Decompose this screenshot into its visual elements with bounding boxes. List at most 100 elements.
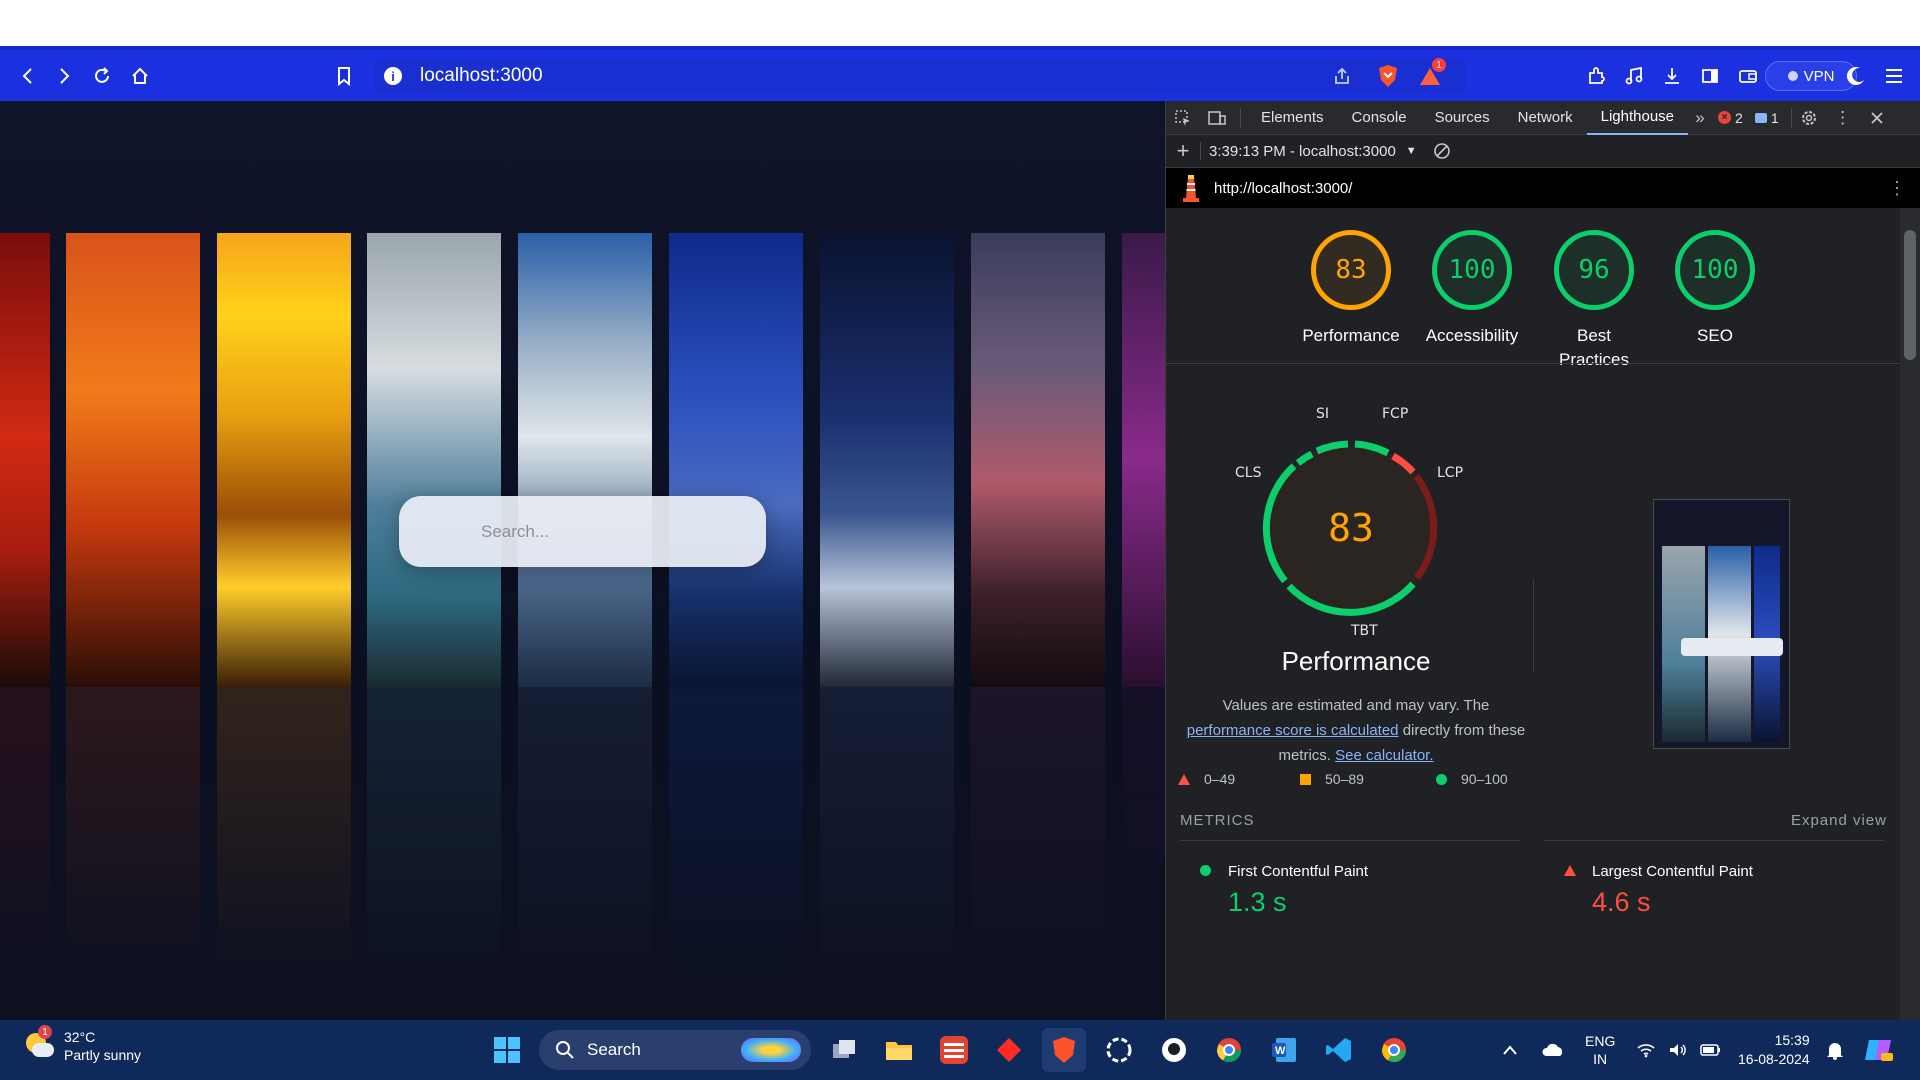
windows-taskbar: 1 32°C Partly sunny Search W ENG IN 15:3… [0, 1020, 1920, 1080]
report-scrollbar[interactable] [1900, 208, 1920, 1020]
clock[interactable]: 15:39 16-08-2024 [1738, 1020, 1810, 1080]
app-red-diamond-icon[interactable] [987, 1028, 1031, 1072]
error-counter[interactable]: × 2 [1718, 110, 1743, 126]
volume-icon [1670, 1044, 1686, 1056]
label-lcp[interactable]: LCP [1437, 465, 1463, 481]
add-report-icon[interactable]: + [1166, 134, 1200, 168]
chrome-canary-icon[interactable] [1372, 1028, 1416, 1072]
sidebar-icon[interactable] [1692, 50, 1728, 101]
chrome-icon[interactable] [1207, 1028, 1251, 1072]
address-bar[interactable]: i localhost:3000 [374, 58, 1466, 94]
task-view-icon[interactable] [822, 1028, 866, 1072]
search-placeholder: Search... [481, 521, 550, 541]
label-fcp[interactable]: FCP [1382, 406, 1408, 422]
label-tbt[interactable]: TBT [1351, 623, 1378, 639]
partly-sunny-icon: 1 [24, 1025, 54, 1061]
clear-reports-icon[interactable] [1425, 134, 1459, 168]
tab-elements[interactable]: Elements [1247, 101, 1338, 135]
show-hidden-icons[interactable] [1502, 1020, 1518, 1080]
copilot-icon[interactable] [1863, 1020, 1895, 1080]
kebab-menu-icon[interactable]: ⋮ [1826, 101, 1860, 135]
message-counter[interactable]: 1 [1754, 109, 1779, 126]
image-strip-orange [66, 233, 200, 987]
word-icon[interactable]: W [1262, 1028, 1306, 1072]
gauge-best-practices[interactable]: 96 Best Practices [1544, 230, 1644, 372]
vertical-divider [1533, 578, 1534, 673]
gauge-seo[interactable]: 100 SEO [1665, 230, 1765, 348]
forward-icon[interactable] [46, 50, 82, 101]
scrollbar-thumb[interactable] [1904, 230, 1916, 360]
performance-metric-gauge: 83 SI FCP LCP CLS TBT [1221, 406, 1481, 646]
lighthouse-toolbar: + 3:39:13 PM - localhost:3000 ▼ [1166, 135, 1920, 168]
home-icon[interactable] [122, 50, 158, 101]
report-url[interactable]: http://localhost:3000/ [1214, 180, 1352, 197]
brave-shields-icon[interactable] [1370, 50, 1406, 101]
error-icon: × [1718, 111, 1732, 124]
gauge-accessibility[interactable]: 100 Accessibility [1422, 230, 1522, 348]
site-info-icon[interactable]: i [384, 67, 402, 85]
perf-text-1: Values are estimated and may vary. The [1222, 697, 1490, 714]
toolbar-divider [1200, 142, 1201, 160]
notification-badge: 1 [1432, 58, 1446, 72]
wallet-icon[interactable] [1730, 50, 1766, 101]
expand-view-toggle[interactable]: Expand view [1791, 812, 1887, 829]
vscode-icon[interactable] [1317, 1028, 1361, 1072]
system-status[interactable] [1636, 1020, 1722, 1080]
close-icon[interactable] [1860, 101, 1894, 135]
todoist-icon[interactable] [932, 1028, 976, 1072]
start-icon[interactable] [485, 1028, 529, 1072]
tab-lighthouse[interactable]: Lighthouse [1586, 101, 1689, 135]
weather-widget[interactable]: 1 32°C Partly sunny [24, 1025, 141, 1064]
tab-network[interactable]: Network [1504, 101, 1587, 135]
see-calculator-link[interactable]: See calculator. [1335, 747, 1433, 764]
file-explorer-icon[interactable] [877, 1028, 921, 1072]
image-strip-sea [367, 233, 501, 987]
reload-icon[interactable] [84, 50, 120, 101]
search-input[interactable]: Search... [399, 496, 766, 567]
menu-icon[interactable] [1876, 50, 1912, 101]
label-cls[interactable]: CLS [1235, 465, 1261, 481]
brave-taskbar-icon[interactable] [1042, 1028, 1086, 1072]
final-screenshot-thumbnail[interactable] [1653, 499, 1790, 749]
error-count: 2 [1735, 109, 1743, 126]
share-icon[interactable] [1324, 50, 1360, 101]
gauge-performance[interactable]: 83 Performance [1301, 230, 1401, 348]
report-selector[interactable]: 3:39:13 PM - localhost:3000 ▼ [1209, 143, 1417, 160]
svg-text:W: W [1275, 1045, 1286, 1057]
notifications-icon[interactable] [1826, 1020, 1844, 1080]
bookmark-icon[interactable] [326, 50, 362, 101]
inspect-element-icon[interactable] [1166, 101, 1200, 135]
message-count: 1 [1770, 109, 1779, 126]
report-menu-icon[interactable]: ⋮ [1888, 178, 1906, 199]
more-tabs-icon[interactable]: » [1688, 101, 1712, 135]
taskbar-search[interactable]: Search [539, 1030, 811, 1070]
settings-gear-icon[interactable] [1792, 101, 1826, 135]
legend-green: 90–100 [1436, 771, 1508, 787]
extensions-icon[interactable] [1578, 50, 1614, 101]
brave-rewards-icon[interactable]: 1 [1412, 50, 1448, 101]
image-strip-blue [669, 233, 803, 987]
language-indicator[interactable]: ENG IN [1585, 1020, 1615, 1080]
label-si[interactable]: SI [1316, 406, 1329, 422]
tab-sources[interactable]: Sources [1421, 101, 1504, 135]
leo-ai-icon[interactable] [1838, 50, 1874, 101]
tab-console[interactable]: Console [1338, 101, 1421, 135]
performance-heading: Performance [1281, 646, 1431, 676]
download-icon[interactable] [1654, 50, 1690, 101]
media-icon[interactable] [1616, 50, 1652, 101]
circle-green-icon [1200, 865, 1211, 876]
device-toolbar-icon[interactable] [1200, 101, 1234, 135]
clock-date: 16-08-2024 [1738, 1051, 1810, 1067]
thumbnail-search-box [1681, 638, 1783, 656]
legend-green-label: 90–100 [1461, 771, 1508, 787]
image-strip-clouds [518, 233, 652, 987]
chatgpt-icon[interactable] [1097, 1028, 1141, 1072]
perf-score-link[interactable]: performance score is calculated [1187, 722, 1399, 739]
onedrive-icon[interactable] [1541, 1020, 1565, 1080]
search-highlight-icon [741, 1038, 801, 1062]
clock-time: 15:39 [1774, 1032, 1810, 1048]
image-strip-red [0, 233, 50, 987]
devtools-tab-bar: Elements Console Sources Network Lightho… [1166, 101, 1920, 135]
github-icon[interactable] [1152, 1028, 1196, 1072]
back-icon[interactable] [10, 50, 46, 101]
